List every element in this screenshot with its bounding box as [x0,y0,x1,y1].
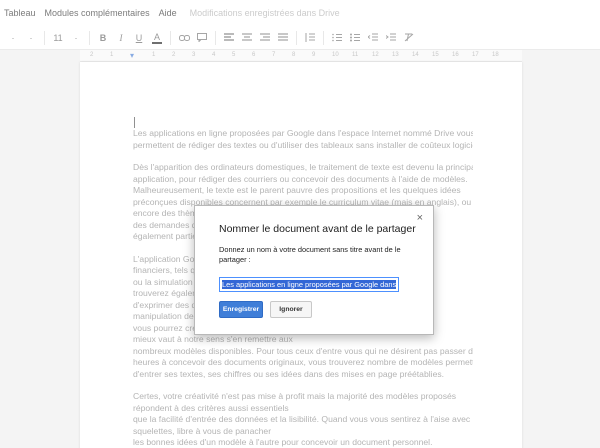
selected-text: Les applications en ligne proposées par … [222,280,397,289]
name-document-dialog: Nommer le document avant de le partager … [194,205,434,335]
dialog-title: Nommer le document avant de le partager [219,223,416,235]
save-button[interactable]: Enregistrer [219,301,263,318]
dialog-description: Donnez un nom à votre document sans titr… [219,245,401,264]
document-name-input[interactable]: Les applications en ligne proposées par … [219,277,399,292]
ignore-button[interactable]: Ignorer [270,301,312,318]
close-icon[interactable]: × [417,212,423,224]
